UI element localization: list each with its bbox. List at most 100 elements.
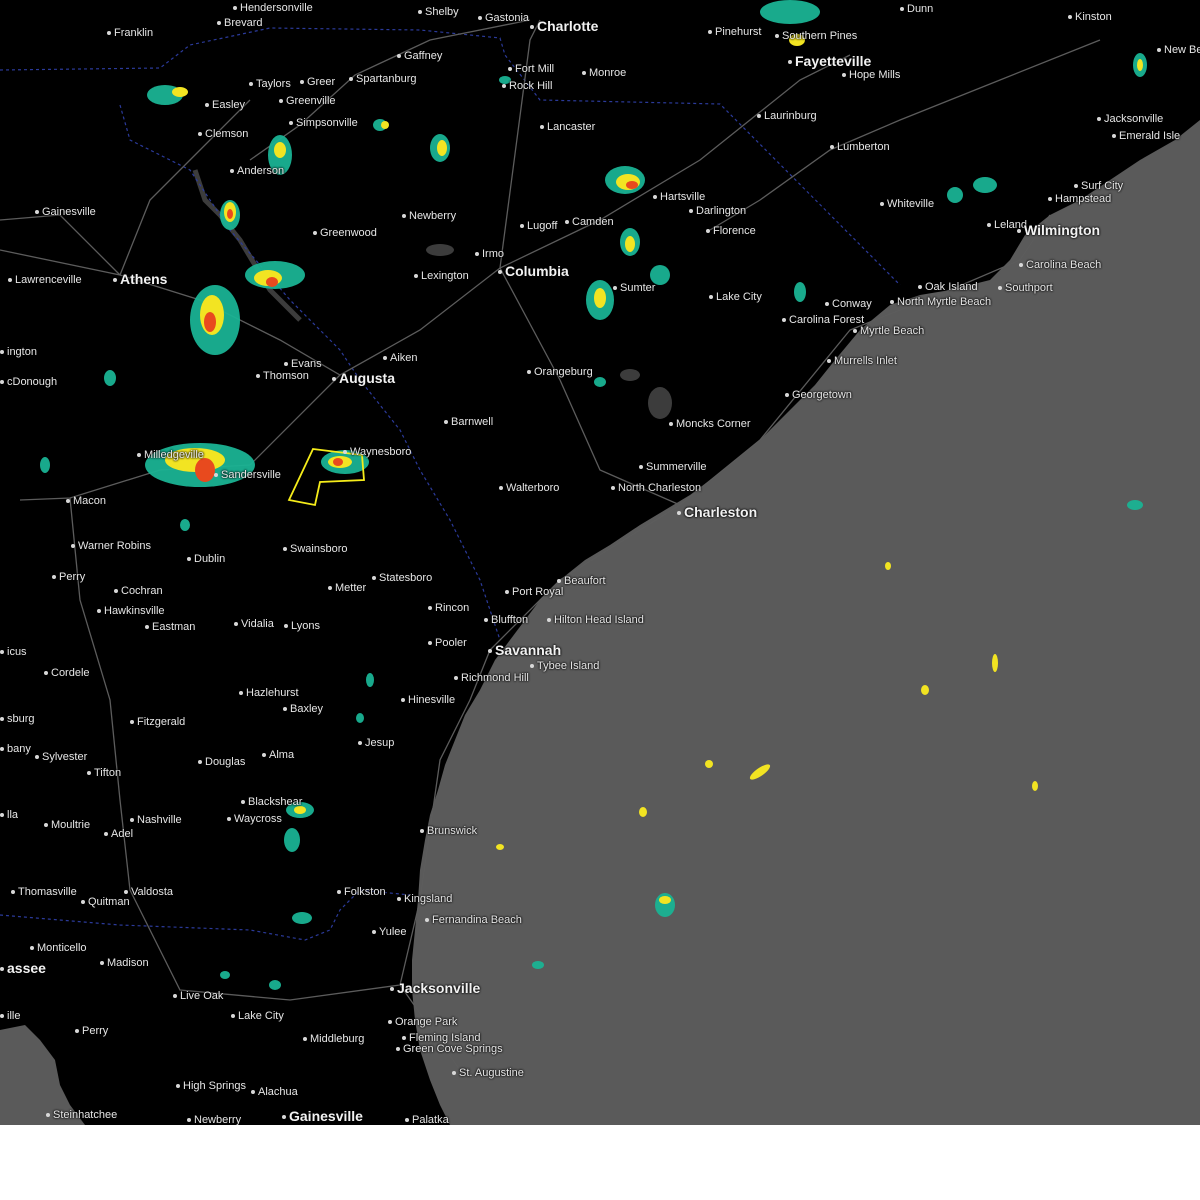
city-label: Brunswick xyxy=(420,825,477,837)
city-name: Spartanburg xyxy=(356,73,417,85)
city-label: Bluffton xyxy=(484,614,528,626)
city-name: Orangeburg xyxy=(534,366,593,378)
city-dot-icon xyxy=(284,624,288,629)
city-name: North Charleston xyxy=(618,482,702,494)
city-dot-icon xyxy=(383,356,387,361)
city-label: Hilton Head Island xyxy=(547,614,644,626)
city-dot-icon xyxy=(918,285,922,290)
city-dot-icon xyxy=(300,80,304,85)
city-dot-icon xyxy=(785,393,789,398)
city-dot-icon xyxy=(35,755,39,760)
city-label: Shelby xyxy=(418,6,459,18)
city-name: Charlotte xyxy=(537,18,599,34)
city-dot-icon xyxy=(757,114,761,119)
city-label: Dublin xyxy=(187,553,225,565)
city-dot-icon xyxy=(337,890,341,895)
city-name: Moultrie xyxy=(51,819,91,831)
city-dot-icon xyxy=(66,499,70,504)
city-name: ille xyxy=(7,1010,21,1022)
city-name: Jesup xyxy=(365,737,395,749)
city-name: Hendersonville xyxy=(240,2,313,14)
city-name: Georgetown xyxy=(792,389,852,401)
city-name: Carolina Beach xyxy=(1026,259,1102,271)
radar-map[interactable]: Hendersonville Shelby Gastonia Charlotte Dun… xyxy=(0,0,1200,1125)
city-dot-icon xyxy=(30,946,34,951)
city-name: Southern Pines xyxy=(782,30,858,42)
city-dot-icon xyxy=(1048,197,1052,202)
city-name: Clemson xyxy=(205,128,249,140)
city-dot-icon xyxy=(1112,134,1116,139)
city-dot-icon xyxy=(396,1047,400,1052)
city-name: cDonough xyxy=(7,376,58,388)
city-name: Yulee xyxy=(379,926,407,938)
city-label: Gaffney xyxy=(397,50,442,62)
city-dot-icon xyxy=(557,579,561,584)
city-name: Metter xyxy=(335,582,367,594)
city-label: Walterboro xyxy=(499,482,559,494)
city-name: Wilmington xyxy=(1024,222,1101,238)
city-label: Steinhatchee xyxy=(46,1109,117,1121)
city-name: Perry xyxy=(82,1025,109,1037)
city-label: Sylvester xyxy=(35,751,87,763)
city-label: Blackshear xyxy=(241,796,302,808)
city-label: Jesup xyxy=(358,737,394,749)
city-label: Simpsonville xyxy=(289,117,358,129)
city-name: North Myrtle Beach xyxy=(897,296,992,308)
city-dot-icon xyxy=(689,209,693,214)
city-dot-icon xyxy=(97,609,101,614)
city-name: icus xyxy=(7,646,27,658)
city-label: Cochran xyxy=(114,585,163,597)
city-label: Lugoff xyxy=(520,220,557,232)
city-dot-icon xyxy=(499,486,503,491)
city-name: Lugoff xyxy=(527,220,558,232)
city-dot-icon xyxy=(987,223,991,228)
city-dot-icon xyxy=(241,800,245,805)
city-label: High Springs xyxy=(176,1080,246,1092)
city-label: assee xyxy=(0,961,46,975)
city-dot-icon xyxy=(402,214,406,219)
city-label: Franklin xyxy=(107,27,153,39)
city-name: Monticello xyxy=(37,942,87,954)
city-label: Thomasville xyxy=(11,886,77,898)
city-label: Hawkinsville xyxy=(97,605,165,617)
city-label: Monroe xyxy=(582,67,626,79)
city-name: Palatka xyxy=(412,1114,449,1125)
city-dot-icon xyxy=(198,760,202,765)
city-dot-icon xyxy=(107,31,111,36)
city-dot-icon xyxy=(332,377,336,382)
city-dot-icon xyxy=(880,202,884,207)
city-label: Lexington xyxy=(414,270,469,282)
city-name: Easley xyxy=(212,99,246,111)
city-name: Swainsboro xyxy=(290,543,348,555)
city-name: Fitzgerald xyxy=(137,716,186,728)
city-name: Jacksonville xyxy=(397,980,481,996)
city-name: Middleburg xyxy=(310,1033,365,1045)
city-label: North Charleston xyxy=(611,482,701,494)
city-name: Moncks Corner xyxy=(676,418,751,430)
city-label: Sumter xyxy=(613,282,655,294)
city-label: Adel xyxy=(104,828,133,840)
city-label: Warner Robins xyxy=(71,540,151,552)
city-label: Athens xyxy=(113,272,167,286)
city-name: Hazlehurst xyxy=(246,687,299,699)
city-name: Baxley xyxy=(290,703,324,715)
city-label: Emerald Isle xyxy=(1112,130,1180,142)
city-name: Anderson xyxy=(237,165,285,177)
city-label: Port Royal xyxy=(505,586,563,598)
city-dot-icon xyxy=(52,575,56,580)
city-name: Evans xyxy=(291,358,322,370)
city-name: Hope Mills xyxy=(849,69,901,81)
city-name: Simpsonville xyxy=(296,117,358,129)
city-name: Steinhatchee xyxy=(53,1109,118,1121)
city-dot-icon xyxy=(540,125,544,130)
city-name: Fayetteville xyxy=(795,53,872,69)
map-base xyxy=(0,0,1200,1125)
city-name: Pooler xyxy=(435,637,467,649)
city-label: Barnwell xyxy=(444,416,493,428)
city-name: Gastonia xyxy=(485,12,530,24)
city-dot-icon xyxy=(782,318,786,323)
city-label: Summerville xyxy=(639,461,707,473)
city-label: Hendersonville xyxy=(233,2,313,14)
city-name: Milledgeville xyxy=(144,449,204,461)
city-dot-icon xyxy=(706,229,710,234)
